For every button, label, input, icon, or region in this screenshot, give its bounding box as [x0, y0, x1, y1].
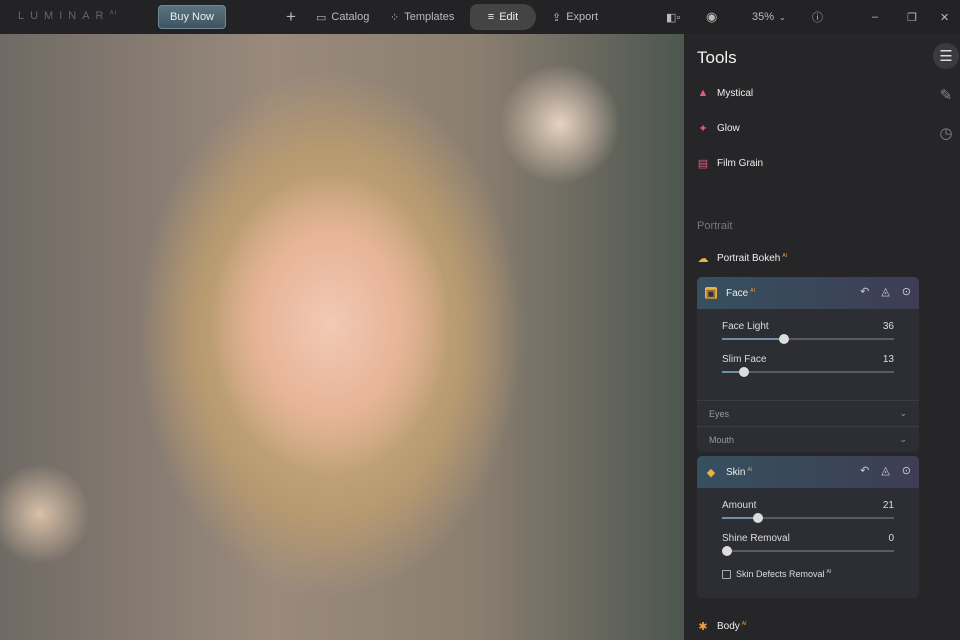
- templates-tab[interactable]: ⁘ Templates: [390, 0, 454, 34]
- tool-portrait-bokeh[interactable]: ☁ Portrait Bokeh AI: [697, 252, 788, 265]
- tool-film-grain[interactable]: ▤ Film Grain: [697, 157, 763, 170]
- close-icon[interactable]: ✕: [940, 0, 949, 34]
- export-icon: ⇪: [552, 11, 562, 24]
- film-icon: ▤: [697, 157, 709, 170]
- face-card: ▣ Face AI ↶ ◬ ⊙ Face Light 36 Slim Face 13 Eye…: [697, 277, 919, 452]
- face-icon: ▣: [705, 287, 717, 300]
- face-light-slider[interactable]: Face Light 36: [722, 315, 894, 348]
- slider-thumb[interactable]: [778, 334, 789, 344]
- slim-face-slider[interactable]: Slim Face 13: [722, 348, 894, 381]
- tools-panel: ☰ ✎ ◷ Tools ▲ Mystical ✦ Glow ▤ Film Grain …: [684, 34, 960, 640]
- add-button[interactable]: +: [286, 0, 296, 34]
- amount-slider[interactable]: Amount 21: [722, 494, 894, 527]
- minimize-icon[interactable]: –: [872, 0, 878, 34]
- history-icon[interactable]: ◷: [933, 120, 959, 146]
- templates-icon: ⁘: [390, 11, 400, 24]
- tools-icon[interactable]: ☰: [933, 43, 959, 69]
- mask-icon[interactable]: ◬: [881, 464, 889, 477]
- shine-removal-slider[interactable]: Shine Removal 0: [722, 527, 894, 560]
- mouth-section[interactable]: Mouth ⌄: [697, 426, 919, 452]
- photo-canvas[interactable]: [0, 34, 684, 640]
- skin-card: ◆ Skin AI ↶ ◬ ⊙ Amount 21 Shine Removal 0 Skin…: [697, 456, 919, 598]
- compare-icon[interactable]: ◧▫: [666, 0, 680, 34]
- chevron-down-icon: ⌄: [779, 12, 786, 22]
- bokeh-icon: ☁: [697, 252, 709, 265]
- section-portrait: Portrait: [697, 220, 733, 232]
- panel-title: Tools: [697, 48, 737, 67]
- sliders-icon: ≡: [487, 11, 495, 23]
- slider-thumb[interactable]: [739, 367, 750, 377]
- tool-mystical[interactable]: ▲ Mystical: [697, 87, 754, 99]
- catalog-tab[interactable]: ▭ Catalog: [316, 0, 369, 34]
- slider-thumb[interactable]: [722, 546, 733, 556]
- skin-header[interactable]: ◆ Skin AI ↶ ◬ ⊙: [697, 456, 919, 488]
- zoom-dropdown[interactable]: 35% ⌄: [752, 0, 786, 34]
- skin-icon: ◆: [706, 466, 716, 479]
- sparkle-icon: ✦: [698, 122, 708, 135]
- face-header[interactable]: ▣ Face AI ↶ ◬ ⊙: [697, 277, 919, 309]
- buy-now-button[interactable]: Buy Now: [158, 5, 226, 29]
- tool-body[interactable]: ✱ Body AI: [697, 620, 746, 633]
- brush-icon[interactable]: ✎: [933, 82, 959, 108]
- mystical-icon: ▲: [697, 87, 709, 99]
- tool-glow[interactable]: ✦ Glow: [697, 122, 739, 135]
- toggle-icon[interactable]: ⊙: [902, 464, 911, 477]
- skin-defects-checkbox[interactable]: Skin Defects Removal AI: [722, 564, 894, 584]
- eye-icon[interactable]: ◉: [706, 0, 717, 34]
- chevron-down-icon: ⌄: [899, 408, 907, 418]
- toggle-icon[interactable]: ⊙: [902, 285, 911, 298]
- edit-tab[interactable]: ≡ Edit: [470, 4, 536, 30]
- undo-icon[interactable]: ↶: [860, 464, 869, 477]
- panel-sidebar: ☰ ✎ ◷: [930, 34, 960, 640]
- restore-icon[interactable]: ❐: [907, 0, 917, 34]
- export-tab[interactable]: ⇪ Export: [552, 0, 598, 34]
- slider-thumb[interactable]: [753, 513, 764, 523]
- undo-icon[interactable]: ↶: [860, 285, 869, 298]
- eyes-section[interactable]: Eyes ⌄: [697, 400, 919, 426]
- body-icon: ✱: [698, 620, 708, 633]
- mask-icon[interactable]: ◬: [881, 285, 889, 298]
- top-bar: LUMINARAI Buy Now + ▭ Catalog ⁘ Templates …: [0, 0, 960, 34]
- help-icon[interactable]: ⓘ: [812, 0, 823, 34]
- folder-icon: ▭: [316, 11, 327, 24]
- chevron-down-icon: ⌄: [899, 434, 907, 444]
- checkbox[interactable]: [722, 569, 731, 579]
- logo: LUMINARAI: [18, 10, 118, 22]
